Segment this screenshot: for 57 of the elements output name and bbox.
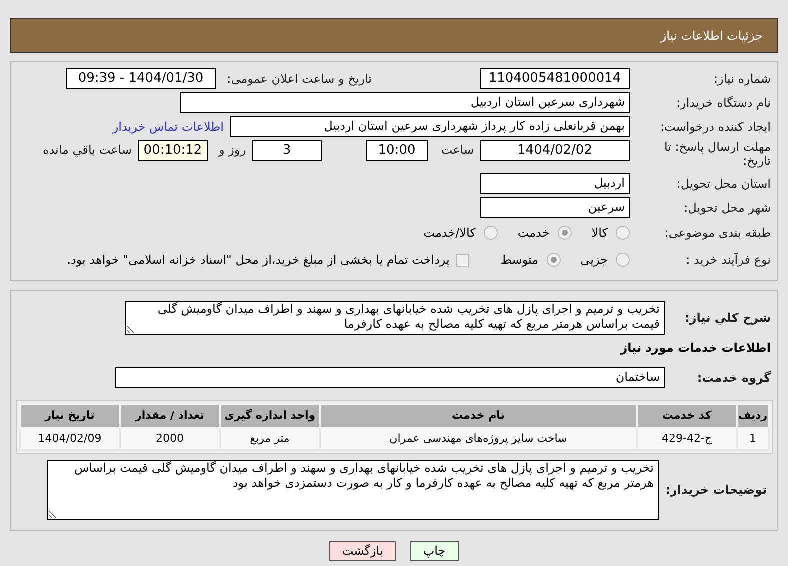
column-header: کد خدمت xyxy=(637,404,737,428)
field-label: ساعت xyxy=(440,142,474,159)
radio-label: کالا/خدمت xyxy=(424,225,476,242)
column-header: تاریخ نیاز xyxy=(20,404,120,428)
page-title: جزئیات اطلاعات نیاز xyxy=(660,28,763,44)
radio-button[interactable] xyxy=(558,226,572,240)
field-label: مهلت ارسال پاسخ: تا تاریخ: xyxy=(663,140,771,168)
province-field: اردبیل xyxy=(480,173,630,194)
remaining-time-field: 00:10:12 xyxy=(138,140,208,161)
field-label: نام دستگاه خریدار: xyxy=(676,94,771,112)
field-label: گروه خدمت: xyxy=(696,370,771,386)
table-cell: متر مربع xyxy=(220,428,320,450)
creator-field: بهمن قربانعلی زاده کار پرداز شهرداری سرعین استان اردبیل xyxy=(230,116,630,137)
field-label: نوع فرآیند خرید : xyxy=(685,252,771,269)
radio-button[interactable] xyxy=(484,226,498,240)
column-header: واحد اندازه گیری xyxy=(220,404,320,428)
field-label: استان محل تحویل: xyxy=(676,176,771,192)
deadline-time-field: 10:00 xyxy=(366,140,428,161)
section-heading: اطلاعات خدمات مورد نیاز xyxy=(619,340,771,357)
field-label: روز و xyxy=(218,142,246,159)
checkbox[interactable] xyxy=(456,254,469,266)
field-label: ایجاد کننده درخواست: xyxy=(659,118,771,136)
city-field: سرعین xyxy=(480,197,630,218)
buyer-name-field: شهرداری سرعین استان اردبیل xyxy=(180,92,630,113)
field-label: ساعت باقي مانده xyxy=(42,142,132,159)
radio-label: متوسط xyxy=(500,252,539,269)
field-label: شهر محل تحویل: xyxy=(683,200,771,216)
need-number-field: 1104005481000014 xyxy=(480,68,630,89)
table-cell: 1404/02/09 xyxy=(20,428,120,450)
buyer-notes-field[interactable]: تخریب و ترمیم و اجرای پازل های تخریب شده خیابانهای بهداری و سهند و اطراف میدان گاومیش گلی قیمت براساس هرمتر مربع که تهیه کلیه مصالح به عهده کارفرما و کار به صورت دستمزدی خواهد بود xyxy=(47,460,659,520)
table-cell: 2000 xyxy=(120,428,220,450)
column-header: نام خدمت xyxy=(320,404,637,428)
column-header: ردیف xyxy=(737,404,769,428)
radio-button[interactable] xyxy=(616,226,630,240)
radio-button[interactable] xyxy=(616,253,630,267)
field-label: توضیحات خریدار: xyxy=(667,482,767,499)
days-field: 3 xyxy=(252,140,322,161)
field-label: طبقه بندی موضوعی: xyxy=(664,225,771,242)
radio-label: جزیی xyxy=(580,252,608,269)
print-button[interactable]: چاپ xyxy=(410,541,459,561)
back-button[interactable]: بازگشت xyxy=(329,541,396,561)
field-label: تاریخ و ساعت اعلان عمومی: xyxy=(226,70,372,88)
deadline-date-field: 1404/02/02 xyxy=(480,140,630,161)
radio-button[interactable] xyxy=(546,253,561,267)
field-label: شماره نیاز: xyxy=(713,70,771,88)
announce-date-field: 1404/01/30 - 09:39 xyxy=(66,68,216,89)
field-label: شرح کلي نياز: xyxy=(684,310,771,327)
table-cell: 1 xyxy=(737,428,769,450)
radio-label: خدمت xyxy=(518,225,550,242)
service-group-field: ساختمان xyxy=(115,367,665,388)
column-header: تعداد / مقدار xyxy=(120,404,220,428)
radio-label: کالا xyxy=(592,225,608,242)
table-cell: ساخت سایر پروژه‌های مهندسی عمران xyxy=(320,428,637,450)
table-cell: ج-42-429 xyxy=(637,428,737,450)
payment-note: پرداخت تمام یا بخشی از مبلغ خرید،از محل "اسناد خزانه اسلامی" خواهد بود. xyxy=(67,252,450,269)
description-field[interactable]: تخریب و ترمیم و اجرای پازل های تخریب شده خیابانهای بهداری و سهند و اطراف میدان گاومیش گلی قیمت براساس هرمتر مربع که تهیه کلیه مصالح به عهده کارفرما xyxy=(125,301,665,335)
buyer-contact-link[interactable]: اطلاعات تماس خریدار xyxy=(112,118,224,136)
